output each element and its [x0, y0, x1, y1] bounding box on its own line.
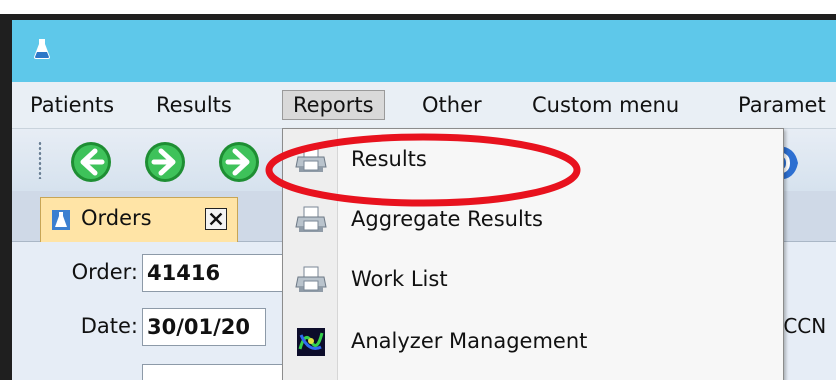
order-label: Order: — [71, 260, 138, 284]
menu-bar: Patients Results Reports Other Custom me… — [12, 82, 836, 129]
menu-results[interactable]: Results — [146, 91, 242, 119]
analyzer-icon — [297, 328, 325, 356]
tab-orders-label: Orders — [81, 206, 152, 230]
menu-item-results[interactable]: Results — [283, 133, 783, 189]
partial-field[interactable] — [142, 364, 284, 380]
menu-parameters[interactable]: Paramet — [728, 91, 836, 119]
date-field[interactable]: 30/01/20 — [142, 308, 266, 346]
menu-item-aggregate-results-label: Aggregate Results — [351, 207, 543, 231]
menu-custom-menu[interactable]: Custom menu — [522, 91, 689, 119]
menu-item-analyzer-management-label: Analyzer Management — [351, 329, 588, 353]
menu-other[interactable]: Other — [412, 91, 492, 119]
menu-item-results-label: Results — [351, 147, 427, 171]
menu-item-analyzer-management[interactable]: Analyzer Management — [283, 315, 783, 371]
title-bar — [12, 20, 836, 82]
printer-icon — [295, 146, 327, 172]
menu-item-work-list-label: Work List — [351, 267, 448, 291]
screenshot-top-margin — [0, 0, 836, 14]
flask-icon — [52, 210, 70, 230]
toolbar-grip[interactable] — [38, 141, 42, 179]
tab-orders[interactable]: Orders — [40, 197, 238, 242]
reports-dropdown: Results Aggregate Results Work List Anal… — [282, 128, 784, 380]
order-field[interactable]: 41416 — [142, 254, 292, 292]
printer-icon — [295, 266, 327, 292]
menu-reports[interactable]: Reports — [282, 90, 385, 120]
menu-item-work-list[interactable]: Work List — [283, 253, 783, 309]
arrow-right-icon[interactable] — [144, 141, 186, 183]
arrow-right-icon[interactable] — [218, 141, 260, 183]
menu-item-aggregate-results[interactable]: Aggregate Results — [283, 193, 783, 249]
close-icon[interactable] — [205, 208, 227, 230]
app-window: Patients Results Reports Other Custom me… — [12, 20, 836, 380]
date-label: Date: — [80, 314, 138, 338]
printer-icon — [295, 206, 327, 232]
menu-patients[interactable]: Patients — [20, 91, 124, 119]
flask-icon — [34, 39, 50, 59]
arrow-left-icon[interactable] — [70, 141, 112, 183]
